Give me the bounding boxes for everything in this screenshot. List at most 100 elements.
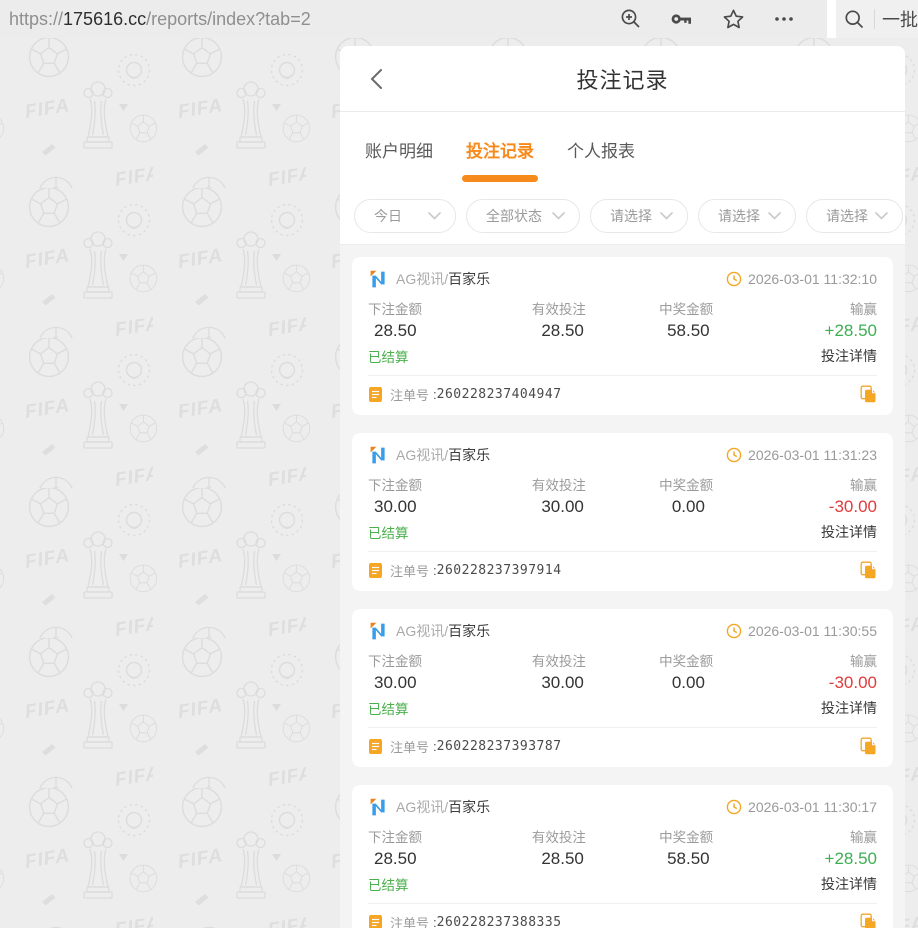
win-amount-label: 中奖金额 xyxy=(659,478,714,493)
tab-personal-report[interactable]: 个人报表 xyxy=(567,112,635,187)
profit-label: 输赢 xyxy=(850,478,877,493)
more-menu-icon[interactable] xyxy=(773,8,795,30)
bet-detail-link[interactable]: 投注详情 xyxy=(821,522,877,542)
column-labels: 下注金额 有效投注 中奖金额 输赢 xyxy=(368,474,877,493)
url-domain: 175616.cc xyxy=(63,8,147,29)
back-button[interactable] xyxy=(364,67,388,91)
profit-label: 输赢 xyxy=(850,302,877,317)
chevron-down-icon xyxy=(660,211,673,220)
bet-time: 2026-03-01 11:30:55 xyxy=(748,623,877,639)
chevron-down-icon xyxy=(552,211,565,220)
bookmark-star-icon[interactable] xyxy=(722,8,745,30)
order-number-label: 注单号 xyxy=(390,739,430,755)
bet-amount-label: 下注金额 xyxy=(368,478,422,493)
column-values: 30.00 30.00 0.00 -30.00 xyxy=(368,673,877,695)
tab-bet-records[interactable]: 投注记录 xyxy=(466,112,534,187)
valid-bet-label: 有效投注 xyxy=(531,478,586,493)
clock-icon xyxy=(726,271,742,287)
profit-value: -30.00 xyxy=(828,673,877,692)
provider-logo-icon xyxy=(368,621,389,642)
address-bar[interactable]: https://175616.cc/reports/index?tab=2 xyxy=(0,0,827,38)
search-label: 一批 xyxy=(882,10,918,30)
bet-record-card: AG视讯/ 百家乐 2026-03-01 11:31:23 下注金额 有效投注 … xyxy=(352,433,893,591)
game-name: 百家乐 xyxy=(448,447,491,463)
bet-record-card: AG视讯/ 百家乐 2026-03-01 11:30:55 下注金额 有效投注 … xyxy=(352,609,893,767)
zoom-in-icon[interactable] xyxy=(620,8,642,30)
clock-icon xyxy=(726,623,742,639)
profit-label: 输赢 xyxy=(850,830,877,845)
valid-bet-label: 有效投注 xyxy=(531,302,586,317)
provider-logo-icon xyxy=(368,797,389,818)
valid-bet-value: 30.00 xyxy=(541,497,584,516)
search-icon[interactable] xyxy=(844,9,865,30)
valid-bet-value: 30.00 xyxy=(541,673,584,692)
status-badge: 已结算 xyxy=(368,526,409,541)
filter-label: 请选择 xyxy=(718,207,760,224)
receipt-icon xyxy=(368,562,383,579)
game-name: 百家乐 xyxy=(448,799,491,815)
bet-detail-link[interactable]: 投注详情 xyxy=(821,698,877,718)
chevron-down-icon xyxy=(875,211,888,220)
bet-record-list: AG视讯/ 百家乐 2026-03-01 11:32:10 下注金额 有效投注 … xyxy=(340,245,905,928)
tab-account-detail[interactable]: 账户明细 xyxy=(365,112,433,187)
win-amount-label: 中奖金额 xyxy=(659,830,714,845)
url-path: /reports/index?tab=2 xyxy=(146,8,311,29)
game-name: 百家乐 xyxy=(448,271,491,287)
bet-record-card: AG视讯/ 百家乐 2026-03-01 11:32:10 下注金额 有效投注 … xyxy=(352,257,893,415)
order-number-value: 260228237393787 xyxy=(436,738,562,754)
key-icon[interactable] xyxy=(670,8,694,30)
receipt-icon xyxy=(368,914,383,928)
provider-name: AG视讯/ xyxy=(396,799,449,815)
profit-label: 输赢 xyxy=(850,654,877,669)
bet-detail-link[interactable]: 投注详情 xyxy=(821,874,877,894)
bet-amount-label: 下注金额 xyxy=(368,830,422,845)
profit-value: +28.50 xyxy=(824,849,877,868)
status-badge: 已结算 xyxy=(368,878,409,893)
win-amount-label: 中奖金额 xyxy=(659,654,714,669)
column-labels: 下注金额 有效投注 中奖金额 输赢 xyxy=(368,650,877,669)
profit-value: +28.50 xyxy=(824,321,877,340)
status-badge: 已结算 xyxy=(368,702,409,717)
browser-search-area[interactable]: 一批 xyxy=(836,0,918,38)
filter-select-dropdown-2[interactable]: 请选择 xyxy=(698,198,796,233)
filter-date-dropdown[interactable]: 今日 xyxy=(354,198,456,233)
column-values: 28.50 28.50 58.50 +28.50 xyxy=(368,849,877,871)
order-number-value: 260228237388335 xyxy=(436,914,562,928)
provider-name: AG视讯/ xyxy=(396,271,449,287)
column-labels: 下注金额 有效投注 中奖金额 输赢 xyxy=(368,826,877,845)
bet-detail-link[interactable]: 投注详情 xyxy=(821,346,877,366)
clock-icon xyxy=(726,447,742,463)
filter-select-dropdown-3[interactable]: 请选择 xyxy=(806,198,903,233)
filter-select-dropdown-1[interactable]: 请选择 xyxy=(590,198,688,233)
url-scheme: https:// xyxy=(9,8,64,29)
bet-record-card: AG视讯/ 百家乐 2026-03-01 11:30:17 下注金额 有效投注 … xyxy=(352,785,893,928)
filter-label: 今日 xyxy=(374,207,402,224)
receipt-icon xyxy=(368,386,383,403)
filter-bar: 今日 全部状态 请选择 请选择 请选择 xyxy=(340,187,905,245)
copy-icon[interactable] xyxy=(860,561,877,579)
valid-bet-label: 有效投注 xyxy=(531,830,586,845)
filter-label: 全部状态 xyxy=(486,207,542,224)
clock-icon xyxy=(726,799,742,815)
chevron-down-icon xyxy=(768,211,781,220)
order-number-label: 注单号 xyxy=(390,915,430,928)
provider-name: AG视讯/ xyxy=(396,623,449,639)
order-number-label: 注单号 xyxy=(390,387,430,403)
status-badge: 已结算 xyxy=(368,350,409,365)
win-amount-value: 58.50 xyxy=(667,849,710,868)
bet-amount-value: 30.00 xyxy=(374,497,417,516)
copy-icon[interactable] xyxy=(860,913,877,928)
column-labels: 下注金额 有效投注 中奖金额 输赢 xyxy=(368,298,877,317)
column-values: 28.50 28.50 58.50 +28.50 xyxy=(368,321,877,343)
copy-icon[interactable] xyxy=(860,737,877,755)
bet-amount-label: 下注金额 xyxy=(368,654,422,669)
url-text[interactable]: https://175616.cc/reports/index?tab=2 xyxy=(0,9,620,30)
win-amount-value: 0.00 xyxy=(671,673,705,692)
filter-status-dropdown[interactable]: 全部状态 xyxy=(466,198,580,233)
copy-icon[interactable] xyxy=(860,385,877,403)
column-values: 30.00 30.00 0.00 -30.00 xyxy=(368,497,877,519)
bet-amount-label: 下注金额 xyxy=(368,302,422,317)
valid-bet-value: 28.50 xyxy=(541,321,584,340)
profit-value: -30.00 xyxy=(828,497,877,516)
win-amount-label: 中奖金额 xyxy=(659,302,714,317)
